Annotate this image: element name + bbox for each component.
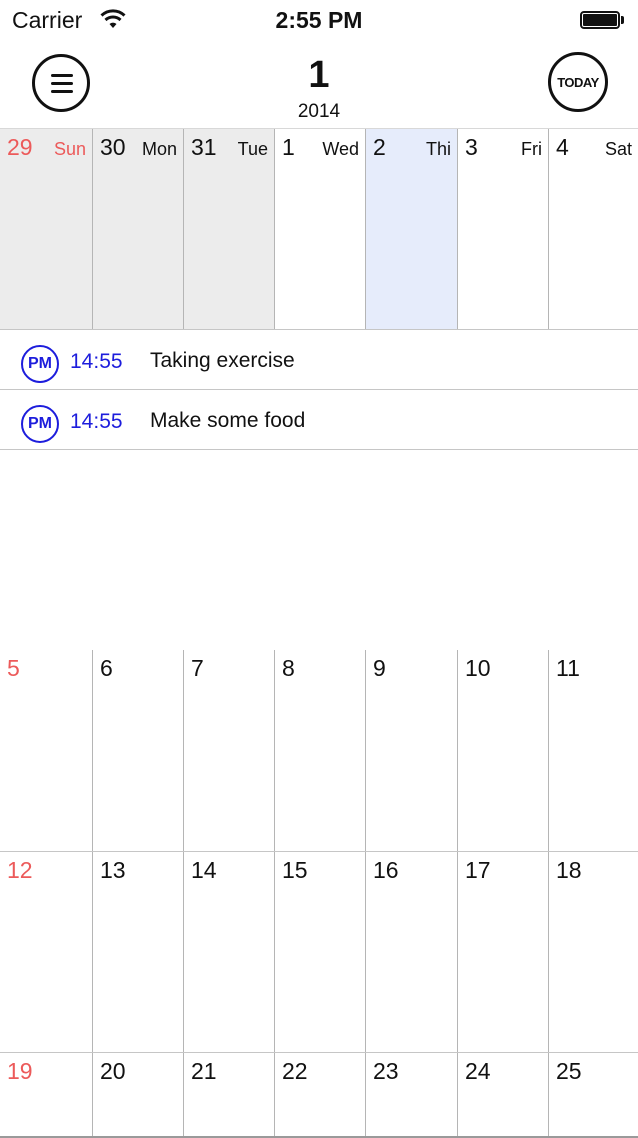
day-cell[interactable]: 29 Sun: [0, 129, 92, 330]
week-row-4: 19 20 21 22 23 24 25: [0, 1053, 638, 1138]
day-number: 15: [282, 857, 308, 883]
day-number: 5: [7, 655, 20, 681]
day-number: 25: [556, 1058, 582, 1084]
weekday-label: Thi: [425, 139, 451, 159]
day-cell-today[interactable]: 2 Thi: [365, 129, 457, 330]
status-bar: Carrier 2:55 PM: [0, 0, 638, 40]
weekday-label: Mon: [141, 139, 177, 159]
event-title: Taking exercise: [150, 349, 295, 372]
day-cell[interactable]: 17: [457, 852, 548, 1052]
day-cell[interactable]: 20: [92, 1053, 183, 1138]
day-cell[interactable]: 12: [0, 852, 92, 1052]
day-number: 8: [282, 655, 295, 681]
event-time: 14:55: [70, 350, 123, 373]
day-number: 19: [7, 1058, 33, 1084]
day-number: 14: [191, 857, 217, 883]
today-button[interactable]: TODAY: [548, 52, 608, 112]
event-title: Make some food: [150, 409, 306, 432]
weekday-label: Sat: [604, 139, 632, 159]
day-cell[interactable]: 10: [457, 650, 548, 851]
day-cell[interactable]: 16: [365, 852, 457, 1052]
day-cell[interactable]: 22: [274, 1053, 365, 1138]
event-row[interactable]: PM 14:55 Make some food: [0, 390, 638, 450]
day-cell[interactable]: 15: [274, 852, 365, 1052]
day-number: 23: [373, 1058, 399, 1084]
day-number: 12: [7, 857, 33, 883]
day-cell[interactable]: 3 Fri: [457, 129, 548, 330]
day-number: 30: [100, 134, 126, 160]
week-row-3: 12 13 14 15 16 17 18: [0, 852, 638, 1052]
month-title: 1: [308, 54, 330, 96]
day-number: 21: [191, 1058, 217, 1084]
day-cell[interactable]: 31 Tue: [183, 129, 274, 330]
day-cell[interactable]: 7: [183, 650, 274, 851]
pm-badge: PM: [21, 405, 59, 443]
week-row-1: 29 Sun 30 Mon 31 Tue 1 Wed 2 Thi 3 Fri 4…: [0, 129, 638, 330]
day-number: 20: [100, 1058, 126, 1084]
day-cell[interactable]: 23: [365, 1053, 457, 1138]
day-number: 17: [465, 857, 491, 883]
weekday-label: Sun: [53, 139, 86, 159]
week-row-2: 5 6 7 8 9 10 11: [0, 650, 638, 851]
day-cell[interactable]: 14: [183, 852, 274, 1052]
day-cell[interactable]: 24: [457, 1053, 548, 1138]
status-time: 2:55 PM: [275, 7, 363, 33]
day-cell[interactable]: 21: [183, 1053, 274, 1138]
day-number: 31: [191, 134, 217, 160]
day-cell[interactable]: 6: [92, 650, 183, 851]
weekday-label: Wed: [322, 139, 359, 159]
divider: [0, 449, 638, 450]
day-cell[interactable]: 25: [548, 1053, 638, 1138]
day-number: 18: [556, 857, 582, 883]
pm-badge: PM: [21, 345, 59, 383]
day-cell[interactable]: 8: [274, 650, 365, 851]
day-cell[interactable]: 5: [0, 650, 92, 851]
day-cell[interactable]: 18: [548, 852, 638, 1052]
day-cell[interactable]: 11: [548, 650, 638, 851]
day-cell[interactable]: 4 Sat: [548, 129, 638, 330]
day-number: 1: [282, 134, 295, 160]
day-number: 4: [556, 134, 569, 160]
day-cell[interactable]: 13: [92, 852, 183, 1052]
day-number: 16: [373, 857, 399, 883]
battery-icon: [580, 11, 624, 29]
year-label: 2014: [297, 101, 341, 122]
day-number: 2: [373, 134, 386, 160]
weekday-label: Fri: [521, 139, 542, 159]
day-number: 13: [100, 857, 126, 883]
day-number: 9: [373, 655, 386, 681]
day-number: 11: [556, 655, 580, 681]
day-cell[interactable]: 9: [365, 650, 457, 851]
day-number: 6: [100, 655, 113, 681]
day-number: 3: [465, 134, 478, 160]
calendar-header: 1 2014 TODAY: [0, 40, 638, 128]
day-number: 7: [191, 655, 204, 681]
day-number: 29: [7, 134, 33, 160]
day-number: 22: [282, 1058, 308, 1084]
day-cell[interactable]: 30 Mon: [92, 129, 183, 330]
day-number: 10: [465, 655, 491, 681]
day-cell[interactable]: 1 Wed: [274, 129, 365, 330]
event-time: 14:55: [70, 410, 123, 433]
event-row[interactable]: PM 14:55 Taking exercise: [0, 330, 638, 390]
day-number: 24: [465, 1058, 491, 1084]
weekday-label: Tue: [237, 139, 268, 159]
day-cell[interactable]: 19: [0, 1053, 92, 1138]
